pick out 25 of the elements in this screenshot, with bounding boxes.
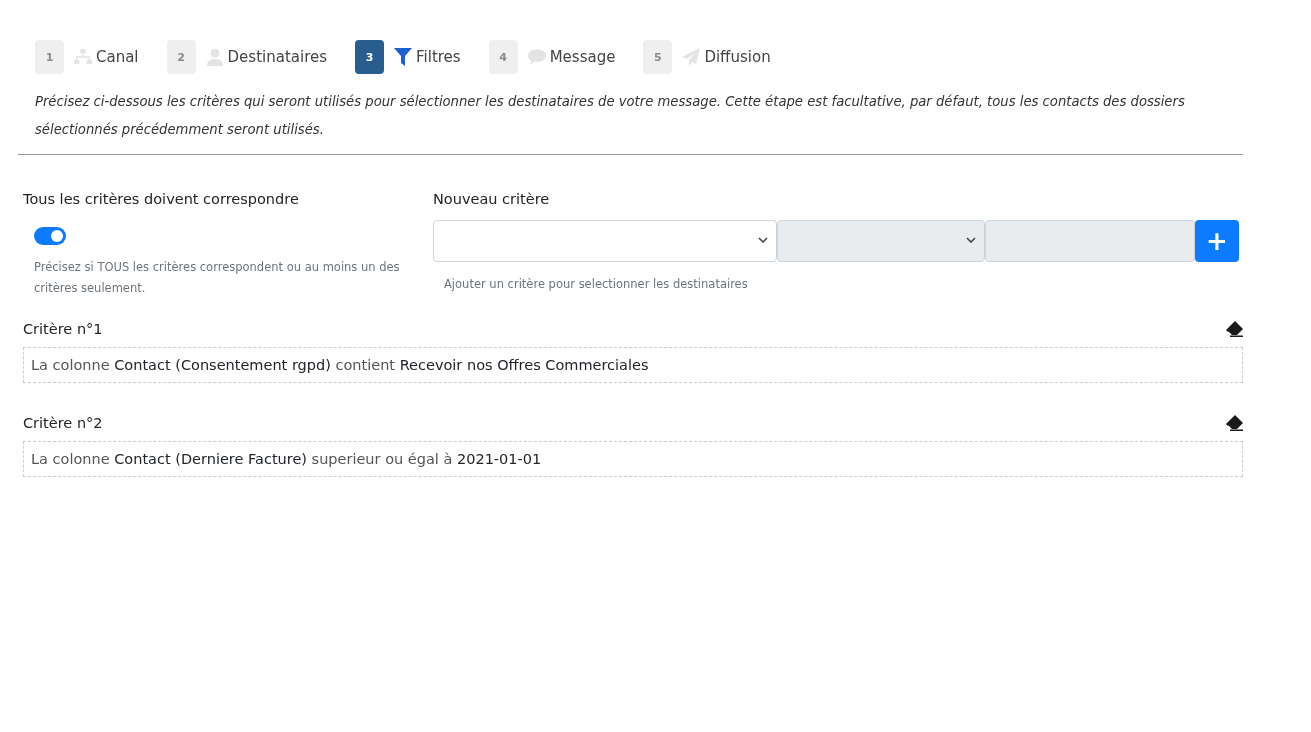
chevron-down-icon: [758, 237, 768, 243]
network-icon: [74, 48, 92, 66]
criterion-text: La colonne Contact (Derniere Facture) superieur ou égal à 2021-01-01: [31, 451, 542, 467]
new-criterion-help: Ajouter un critère pour selectionner les destinataires: [444, 276, 749, 293]
step-tab[interactable]: 4 Message: [488, 40, 616, 74]
eraser-icon[interactable]: [1225, 321, 1243, 337]
criterion-title: Critère n°2: [23, 415, 103, 431]
step-tab[interactable]: 2 Destinataires: [166, 40, 327, 74]
user-icon: [205, 48, 224, 66]
step-tab[interactable]: 5 Diffusion: [643, 40, 771, 74]
match-all-help: Précisez si TOUS les critères correspondent ou au moins un des critères seulement.: [34, 259, 401, 297]
eraser-icon[interactable]: [1225, 415, 1243, 431]
match-all-toggle[interactable]: [34, 227, 66, 245]
criterion-text: La colonne Contact (Consentement rgpd) contient Recevoir nos Offres Commerciales: [31, 357, 649, 373]
add-button[interactable]: +: [1195, 220, 1239, 262]
step-tab[interactable]: 1 Canal: [35, 40, 139, 74]
speech-bubble-icon: [527, 48, 546, 66]
chevron-down-icon: [966, 237, 976, 243]
new-criterion-label: Nouveau critère: [433, 191, 551, 207]
step-tab[interactable]: 3 Filtres: [355, 40, 461, 74]
paper-plane-icon: [682, 48, 701, 66]
intro-text: Précisez ci-dessous les critères qui seront utilisés pour sélectionner les destinataires de votre message. Cette étape est facultative, par défaut, tous les contacts des dossiers sélectionnés précédemment seront utilisés.: [34, 93, 1186, 139]
filter-icon: [394, 48, 412, 66]
match-all-label: Tous les critères doivent correspondre: [23, 191, 300, 207]
criterion-title: Critère n°1: [23, 321, 103, 337]
